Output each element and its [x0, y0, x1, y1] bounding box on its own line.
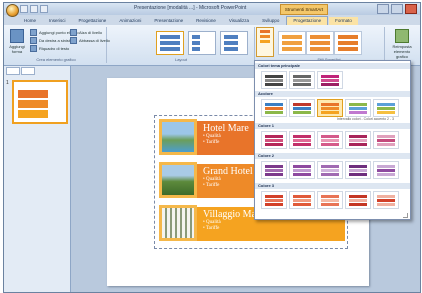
text-pane-icon: [30, 45, 37, 52]
tab-view[interactable]: Visualizza: [223, 17, 255, 25]
color-option[interactable]: [261, 161, 287, 179]
layout-option[interactable]: [156, 31, 184, 55]
gallery-resize-handle[interactable]: [403, 213, 408, 218]
maximize-button[interactable]: [391, 4, 403, 14]
undo-icon[interactable]: [30, 5, 38, 13]
window-title: Presentazione [modalità ...] - Microsoft…: [134, 5, 247, 11]
color-option[interactable]: [289, 161, 315, 179]
color-tooltip: Intervallo colori - Colori accento 2 - 3: [337, 117, 394, 121]
slide-number: 1: [6, 80, 9, 86]
redo-icon[interactable]: [40, 5, 48, 13]
ribbon-tabs: Home Inserisci Progettazione Animazioni …: [4, 15, 420, 25]
demote-button[interactable]: Abbassa di livello: [70, 37, 110, 44]
style-option[interactable]: [306, 31, 334, 55]
tab-animations[interactable]: Animazioni: [113, 17, 147, 25]
color-option[interactable]: [261, 71, 287, 89]
promote-icon: [70, 29, 77, 36]
tab-slideshow[interactable]: Presentazione: [148, 17, 189, 25]
right-to-left-button[interactable]: Da destra a sinistra: [30, 37, 73, 44]
layout-option[interactable]: [220, 31, 248, 55]
color-option[interactable]: [289, 131, 315, 149]
section-color-2: Colore 2: [255, 153, 410, 159]
close-button[interactable]: [405, 4, 417, 14]
color-option[interactable]: [373, 161, 399, 179]
color-option[interactable]: [261, 99, 287, 117]
window-controls: [377, 4, 417, 14]
item-title: Villaggio Ma: [203, 209, 257, 220]
hotel-photo: [159, 162, 197, 198]
color-option[interactable]: [289, 191, 315, 209]
color-option[interactable]: [317, 161, 343, 179]
style-option[interactable]: [278, 31, 306, 55]
color-option[interactable]: [345, 161, 371, 179]
tab-developer[interactable]: Sviluppo: [256, 17, 285, 25]
color-option-selected[interactable]: [317, 99, 343, 117]
color-option[interactable]: [289, 71, 315, 89]
slide-thumbnail[interactable]: [12, 80, 68, 124]
create-graphic-group: Aggiungi forma Aggiungi punto elenco Da …: [6, 27, 110, 63]
section-primary-theme-colors: Colori tema principale: [255, 63, 410, 69]
section-color-1: Colore 1: [255, 123, 410, 129]
minimize-button[interactable]: [377, 4, 389, 14]
color-option[interactable]: [345, 191, 371, 209]
section-colorful: Acolore: [255, 91, 410, 97]
color-option[interactable]: [317, 131, 343, 149]
style-option[interactable]: [334, 31, 362, 55]
slides-panel: 1: [4, 66, 71, 292]
promote-button[interactable]: Alza di livello: [70, 29, 102, 36]
quick-access-toolbar: [20, 5, 50, 13]
item-title: Hotel Mare: [203, 123, 249, 134]
change-colors-button[interactable]: [256, 27, 274, 57]
layout-option[interactable]: [188, 31, 216, 55]
title-bar: Presentazione [modalità ...] - Microsoft…: [4, 3, 420, 17]
color-option[interactable]: [345, 131, 371, 149]
reset-graphic-button[interactable]: Reimposta elemento grafico: [388, 28, 416, 59]
hotel-photo: [159, 119, 197, 155]
item-title: Grand Hotel: [203, 166, 253, 177]
tab-design[interactable]: Progettazione: [73, 17, 113, 25]
tab-smartart-design[interactable]: Progettazione: [286, 16, 329, 25]
bullet-icon: [30, 29, 37, 36]
demote-icon: [70, 37, 77, 44]
powerpoint-window: Presentazione [modalità ...] - Microsoft…: [3, 2, 421, 293]
layout-group: Layout: [108, 27, 255, 63]
color-option[interactable]: [345, 99, 371, 117]
item-bullets: Qualità Tariffe: [203, 177, 221, 189]
section-color-3: Colore 3: [255, 183, 410, 189]
color-option[interactable]: [373, 131, 399, 149]
change-colors-gallery: Colori tema principale Acolore Intervall…: [254, 60, 411, 220]
add-shape-icon: [10, 29, 24, 43]
color-option[interactable]: [317, 191, 343, 209]
color-option[interactable]: [261, 191, 287, 209]
tab-review[interactable]: Revisione: [190, 17, 222, 25]
tab-insert[interactable]: Inserisci: [43, 17, 72, 25]
hotel-photo: [159, 205, 197, 241]
color-option[interactable]: [373, 191, 399, 209]
tab-smartart-format[interactable]: Formato: [329, 17, 358, 25]
text-pane-button[interactable]: Riquadro di testo: [30, 45, 69, 52]
color-option[interactable]: [289, 99, 315, 117]
add-shape-button[interactable]: Aggiungi forma: [8, 28, 26, 54]
color-option[interactable]: [317, 71, 343, 89]
tab-slides[interactable]: [6, 67, 20, 75]
color-option[interactable]: [261, 131, 287, 149]
reset-icon: [395, 29, 409, 43]
create-graphic-group-label: Crea elemento grafico: [36, 57, 76, 62]
smartart-styles-group: Stili SmartArt: [274, 27, 385, 63]
panel-tabs: [4, 66, 70, 76]
layout-group-label: Layout: [174, 57, 187, 62]
context-tab-label: Strumenti SmartArt: [280, 4, 328, 15]
color-option[interactable]: [373, 99, 399, 117]
item-bullets: Qualità Tariffe: [203, 220, 221, 232]
item-bullets: Qualità Tariffe: [203, 134, 221, 146]
tab-home[interactable]: Home: [18, 17, 42, 25]
save-icon[interactable]: [20, 5, 28, 13]
right-to-left-icon: [30, 37, 37, 44]
tab-outline[interactable]: [21, 67, 35, 75]
